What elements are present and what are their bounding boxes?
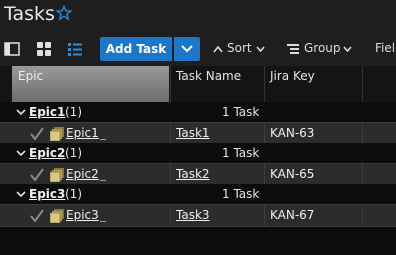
- toolbar: Add Task Sort Group Fiel: [0, 34, 396, 66]
- check-icon[interactable]: [30, 127, 44, 141]
- cell-divider: [170, 164, 171, 185]
- cell-divider: [362, 123, 363, 144]
- epic-marker: _: [100, 167, 106, 181]
- caret-down-icon[interactable]: [16, 148, 26, 158]
- column-header-task-name[interactable]: Task Name: [176, 69, 241, 83]
- cell-divider: [264, 123, 265, 144]
- sort-chevron-down-icon: [256, 46, 265, 53]
- epic-link[interactable]: Epic3: [66, 208, 99, 222]
- add-task-button[interactable]: Add Task: [100, 37, 172, 61]
- cell-divider: [362, 164, 363, 185]
- column-divider[interactable]: [264, 66, 265, 102]
- group-summary: 1 Task: [222, 146, 260, 160]
- group-summary: 1 Task: [222, 187, 260, 201]
- list-view-icon[interactable]: [67, 41, 83, 57]
- check-icon[interactable]: [30, 209, 44, 223]
- task-name-link[interactable]: Task1: [176, 126, 210, 140]
- column-divider[interactable]: [362, 66, 363, 102]
- epic-marker: _: [100, 126, 106, 140]
- cell-divider: [170, 205, 171, 226]
- task-name-link[interactable]: Task3: [176, 208, 210, 222]
- chevron-down-icon: [181, 45, 193, 53]
- cell-divider: [264, 164, 265, 185]
- column-header-epic-label: Epic: [18, 69, 44, 83]
- page-header: Tasks: [0, 0, 396, 34]
- epic-stack-icon: [50, 168, 64, 182]
- group-icon: [287, 44, 299, 54]
- group-count: (1): [65, 105, 82, 119]
- epic-stack-icon: [50, 127, 64, 141]
- group-button[interactable]: Group: [304, 41, 341, 55]
- column-divider[interactable]: [170, 66, 171, 102]
- cell-divider: [264, 205, 265, 226]
- group-row[interactable]: Epic2 (1) 1 Task: [0, 143, 396, 164]
- epic-stack-icon: [50, 209, 64, 223]
- jira-key: KAN-63: [270, 126, 315, 140]
- epic-marker: _: [100, 208, 106, 222]
- sort-button[interactable]: Sort: [227, 41, 252, 55]
- check-icon[interactable]: [30, 168, 44, 182]
- jira-key: KAN-65: [270, 167, 315, 181]
- caret-down-icon[interactable]: [16, 107, 26, 117]
- grid-view-icon[interactable]: [36, 41, 52, 57]
- column-header-jira-key[interactable]: Jira Key: [270, 69, 315, 83]
- add-task-dropdown-button[interactable]: [174, 37, 200, 61]
- group-epic-link[interactable]: Epic2: [29, 146, 65, 160]
- group-count: (1): [65, 146, 82, 160]
- table-row[interactable]: Epic3 _ Task3 KAN-67: [0, 204, 396, 227]
- cell-divider: [362, 205, 363, 226]
- caret-down-icon[interactable]: [16, 189, 26, 199]
- group-epic-link[interactable]: Epic1: [29, 105, 65, 119]
- group-count: (1): [65, 187, 82, 201]
- group-chevron-down-icon: [343, 46, 352, 53]
- column-header-epic[interactable]: Epic: [12, 66, 169, 102]
- cell-divider: [170, 123, 171, 144]
- table-row[interactable]: Epic2 _ Task2 KAN-65: [0, 163, 396, 186]
- epic-link[interactable]: Epic1: [66, 126, 99, 140]
- task-name-link[interactable]: Task2: [176, 167, 210, 181]
- fields-button[interactable]: Fiel: [375, 41, 395, 55]
- group-epic-link[interactable]: Epic3: [29, 187, 65, 201]
- group-row[interactable]: Epic1 (1) 1 Task: [0, 102, 396, 123]
- epic-link[interactable]: Epic2: [66, 167, 99, 181]
- panel-view-icon[interactable]: [4, 41, 20, 57]
- grid-header: Epic Task Name Jira Key: [0, 66, 396, 103]
- star-outline-icon[interactable]: [56, 5, 72, 21]
- group-summary: 1 Task: [222, 105, 260, 119]
- table-row[interactable]: Epic1 _ Task1 KAN-63: [0, 122, 396, 145]
- group-row[interactable]: Epic3 (1) 1 Task: [0, 184, 396, 205]
- chevron-up-icon: [213, 45, 223, 53]
- jira-key: KAN-67: [270, 208, 315, 222]
- page-title: Tasks: [4, 3, 55, 25]
